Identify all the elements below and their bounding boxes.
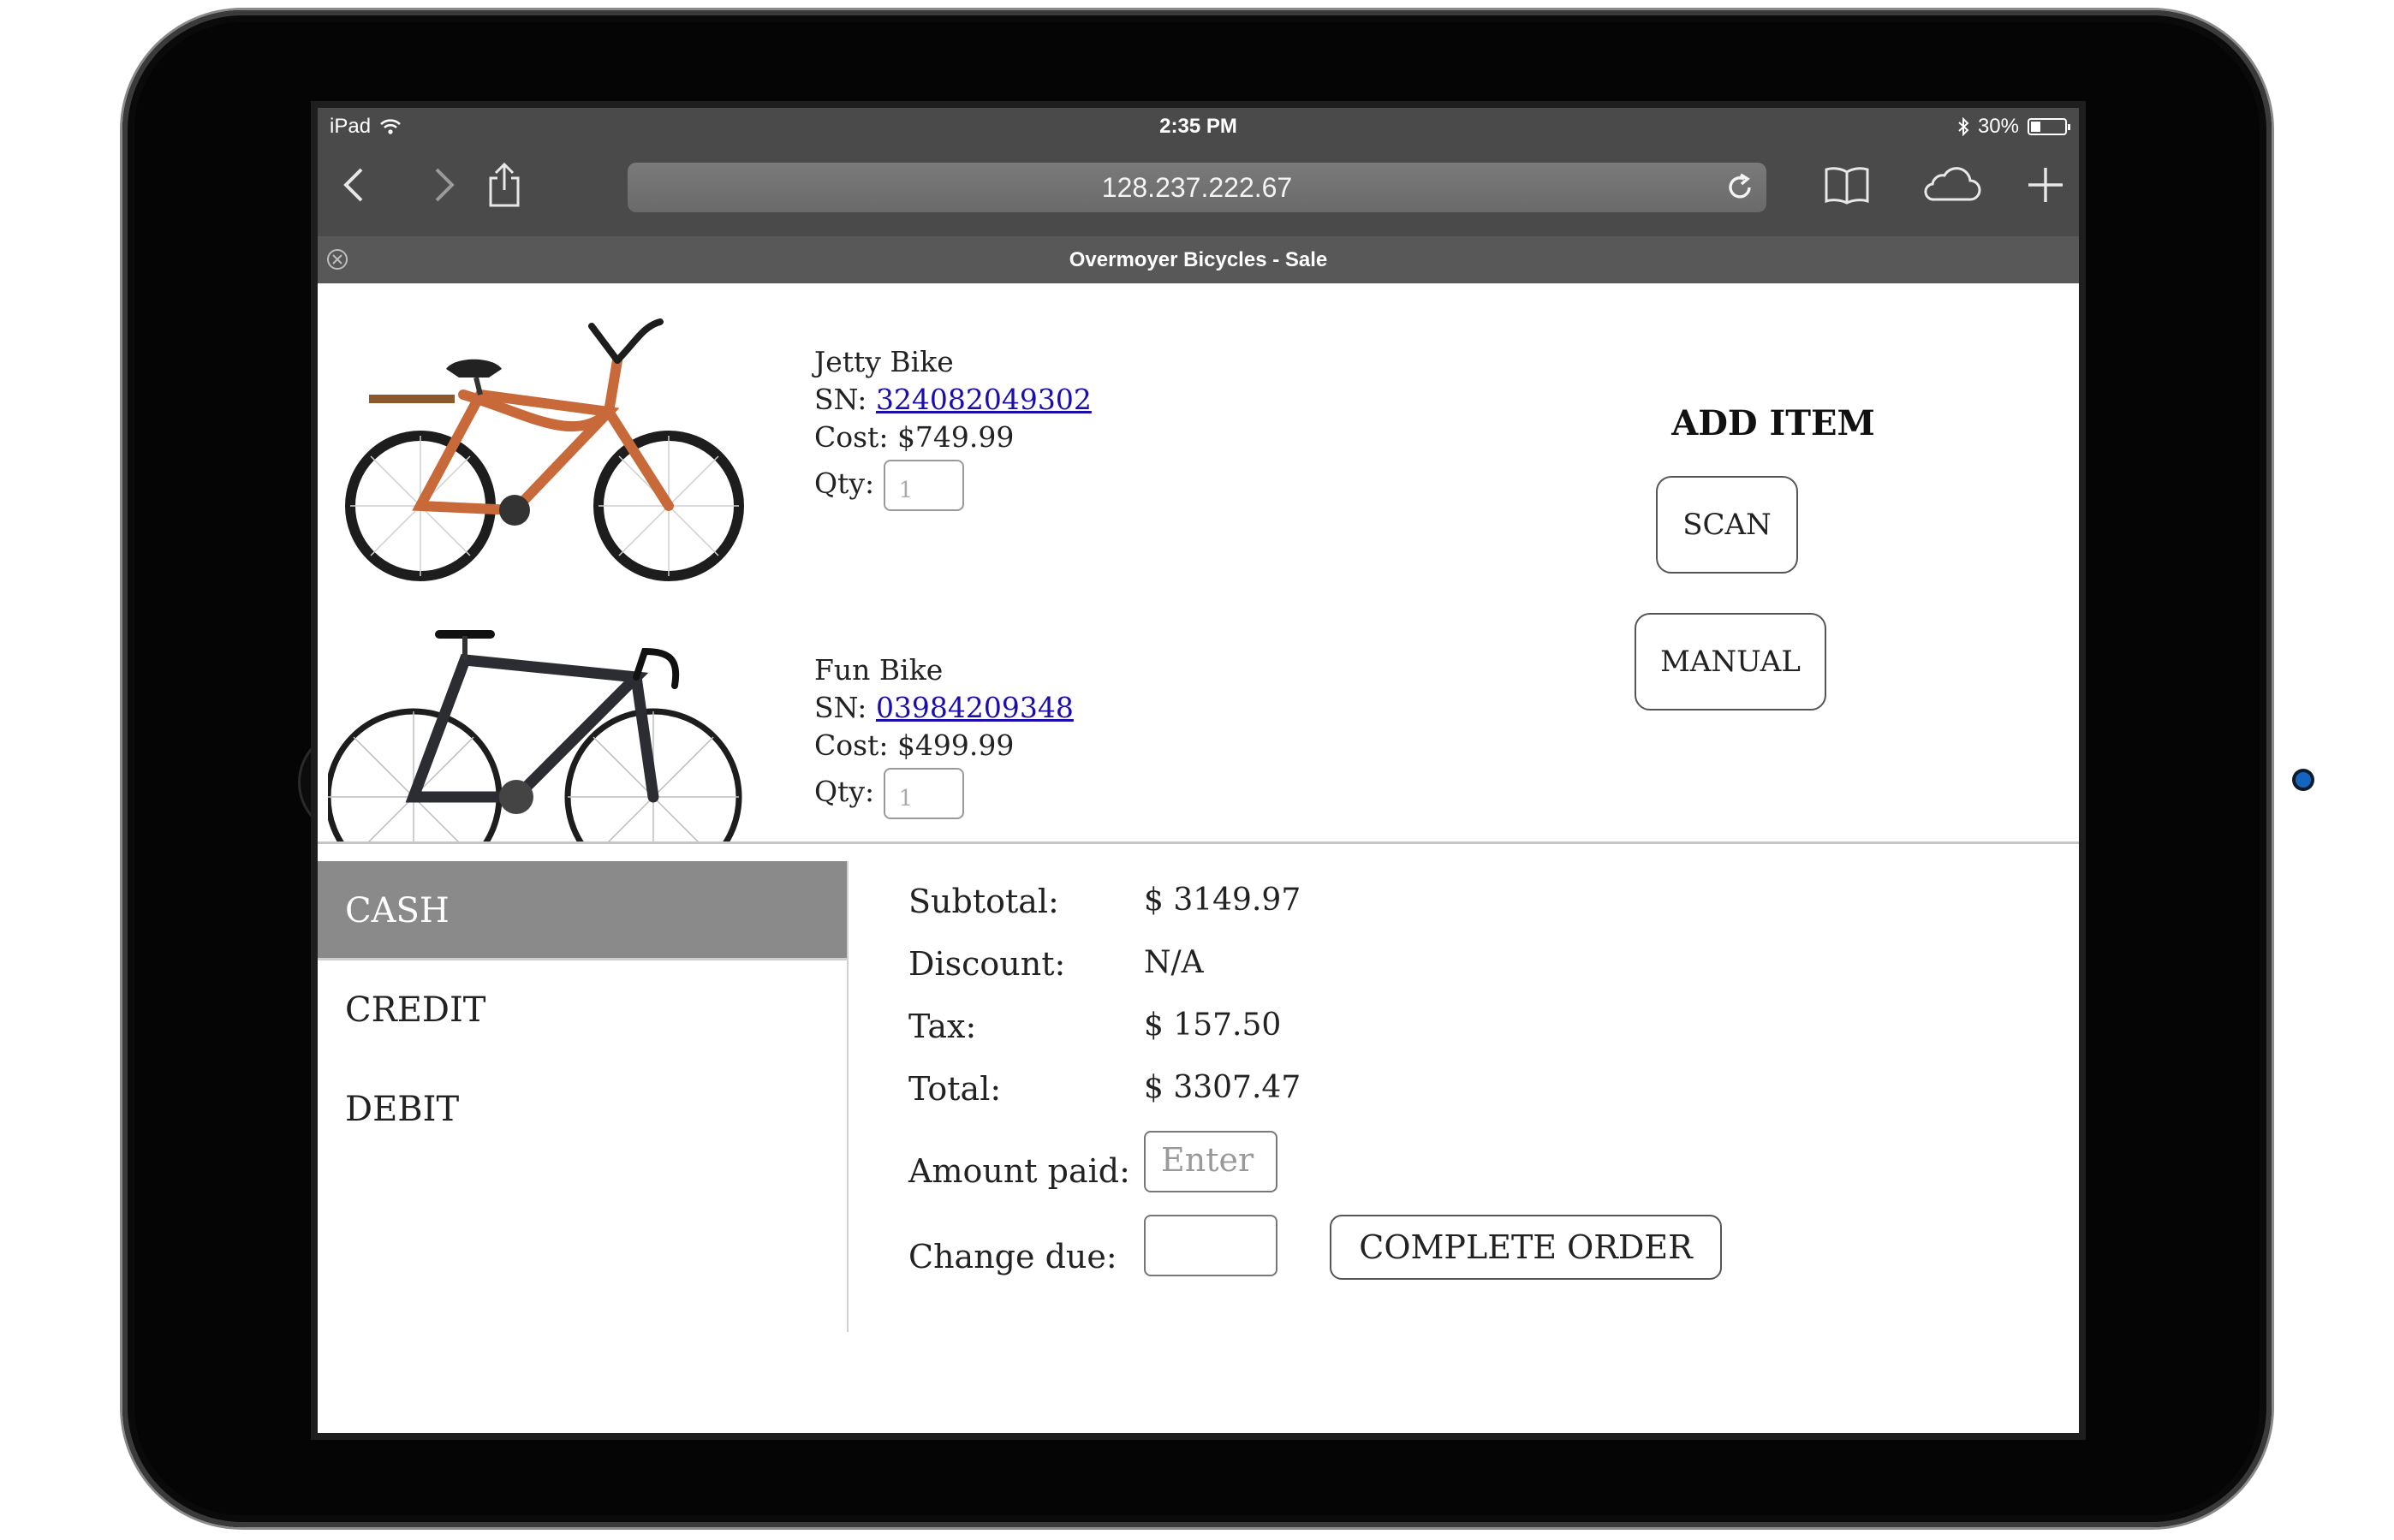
tax-value: $ 157.50	[1144, 1008, 1282, 1043]
total-label: Total:	[908, 1070, 1002, 1108]
discount-label: Discount:	[908, 945, 1066, 983]
serial-number-link[interactable]: 03984209348	[876, 691, 1074, 724]
tax-row: Tax: $ 157.50	[908, 1008, 1936, 1059]
camera-icon	[2296, 772, 2311, 788]
serial-number-link[interactable]: 324082049302	[876, 383, 1092, 416]
product-info: Jetty Bike SN: 324082049302 Cost: $749.9…	[814, 343, 1092, 511]
complete-order-button[interactable]: COMPLETE ORDER	[1330, 1215, 1722, 1280]
cart-item-fun-bike: Fun Bike SN: 03984209348 Cost: $499.99 Q…	[318, 609, 1516, 841]
total-row: Total: $ 3307.47	[908, 1070, 1936, 1121]
amount-paid-row: Amount paid:	[908, 1152, 1936, 1204]
url-text: 128.237.222.67	[1101, 172, 1293, 203]
safari-chrome: iPad 2:35 PM 30% 128.237.222.67 Overmoye…	[318, 108, 2079, 283]
icloud-tabs-icon[interactable]	[1919, 161, 1984, 209]
payment-tab-cash[interactable]: CASH	[318, 861, 847, 960]
share-icon[interactable]	[480, 161, 528, 209]
product-cost: $749.99	[896, 420, 1015, 454]
product-name: Jetty Bike	[814, 345, 954, 378]
qty-label: Qty:	[814, 775, 875, 808]
product-name: Fun Bike	[814, 653, 944, 687]
scan-button[interactable]: SCAN	[1656, 476, 1798, 574]
discount-value: N/A	[1144, 945, 1204, 980]
sn-label: SN:	[814, 691, 867, 724]
payment-tab-debit[interactable]: DEBIT	[318, 1060, 847, 1159]
payment-tab-credit[interactable]: CREDIT	[318, 960, 847, 1060]
status-time: 2:35 PM	[1159, 115, 1237, 138]
new-tab-icon[interactable]	[2022, 161, 2069, 209]
qty-input[interactable]: 1	[883, 768, 964, 819]
cost-label: Cost:	[814, 728, 889, 762]
screen: iPad 2:35 PM 30% 128.237.222.67 Overmoye…	[311, 101, 2086, 1440]
payment-method-list: CASH CREDIT DEBIT	[318, 861, 849, 1332]
change-due-label: Change due:	[908, 1238, 1117, 1275]
cart-items: Jetty Bike SN: 324082049302 Cost: $749.9…	[318, 283, 2079, 844]
product-info: Fun Bike SN: 03984209348 Cost: $499.99 Q…	[814, 651, 1074, 819]
battery-percent: 30%	[1977, 115, 2019, 138]
tab-title: Overmoyer Bicycles - Sale	[1069, 248, 1328, 271]
qty-label: Qty:	[814, 467, 875, 500]
status-bar: iPad 2:35 PM 30%	[318, 108, 2079, 142]
back-icon[interactable]	[330, 161, 378, 209]
subtotal-row: Subtotal: $ 3149.97	[908, 883, 1936, 934]
subtotal-value: $ 3149.97	[1144, 883, 1301, 918]
bookmarks-icon[interactable]	[1823, 161, 1871, 209]
cost-label: Cost:	[814, 420, 889, 454]
browser-toolbar: 128.237.222.67	[318, 151, 2079, 219]
page-content: Jetty Bike SN: 324082049302 Cost: $749.9…	[318, 283, 2079, 1433]
tax-label: Tax:	[908, 1008, 977, 1045]
bluetooth-icon	[1958, 117, 1969, 136]
url-bar[interactable]: 128.237.222.67	[628, 163, 1766, 212]
discount-row: Discount: N/A	[908, 945, 1936, 996]
close-tab-icon[interactable]	[326, 248, 348, 271]
product-cost: $499.99	[896, 728, 1015, 762]
reload-icon[interactable]	[1725, 173, 1754, 202]
cart-item-jetty-bike: Jetty Bike SN: 324082049302 Cost: $749.9…	[318, 300, 1516, 609]
sn-label: SN:	[814, 383, 867, 416]
tab-bar: Overmoyer Bicycles - Sale	[318, 236, 2079, 283]
battery-icon	[2028, 118, 2070, 135]
fun-bike-image	[328, 630, 742, 841]
add-item-title: ADD ITEM	[1671, 403, 1875, 443]
amount-paid-label: Amount paid:	[908, 1152, 1130, 1190]
total-value: $ 3307.47	[1144, 1070, 1301, 1105]
change-due-field	[1144, 1215, 1277, 1276]
amount-paid-input[interactable]: Enter	[1144, 1131, 1277, 1192]
qty-input[interactable]: 1	[883, 460, 964, 511]
subtotal-label: Subtotal:	[908, 883, 1059, 920]
manual-button[interactable]: MANUAL	[1635, 613, 1826, 711]
jetty-bike-image	[345, 318, 744, 581]
